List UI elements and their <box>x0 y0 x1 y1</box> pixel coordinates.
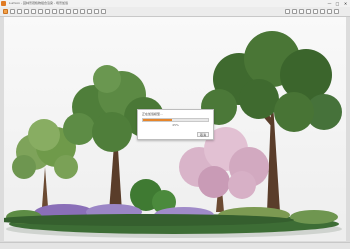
window-controls: — □ ✕ <box>327 1 348 6</box>
cancel-button[interactable]: 取消 <box>197 132 209 137</box>
close-button[interactable]: ✕ <box>343 1 348 6</box>
move-icon[interactable] <box>45 9 50 14</box>
menu-icon[interactable] <box>3 9 8 14</box>
view-tool-icon[interactable] <box>299 9 304 14</box>
settings-icon[interactable] <box>80 9 85 14</box>
open-icon[interactable] <box>10 9 15 14</box>
view-tool-icon[interactable] <box>306 9 311 14</box>
minimize-button[interactable]: — <box>327 1 332 6</box>
maximize-button[interactable]: □ <box>335 1 340 6</box>
undo-icon[interactable] <box>24 9 29 14</box>
view-tool-icon[interactable] <box>313 9 318 14</box>
progress-bar <box>142 118 209 122</box>
render-icon[interactable] <box>94 9 99 14</box>
select-icon[interactable] <box>38 9 43 14</box>
view-tool-icon[interactable] <box>292 9 297 14</box>
app-icon <box>1 1 6 6</box>
tree-icon[interactable] <box>73 9 78 14</box>
camera-icon[interactable] <box>87 9 92 14</box>
loading-dialog: 正在加载模型... 45% 取消 <box>137 109 214 140</box>
dialog-title: 正在加载模型... <box>142 112 163 116</box>
rotate-icon[interactable] <box>52 9 57 14</box>
window-title: Lumion - 园林景观植物组合渲染 - 场景加载 <box>9 1 68 5</box>
view-tool-icon[interactable] <box>320 9 325 14</box>
progress-percent: 45% <box>172 123 179 127</box>
progress-fill <box>143 119 173 121</box>
toolbar <box>0 7 350 17</box>
view-tool-icon[interactable] <box>334 9 339 14</box>
save-icon[interactable] <box>17 9 22 14</box>
view-tool-icon[interactable] <box>327 9 332 14</box>
brush-icon[interactable] <box>66 9 71 14</box>
scale-icon[interactable] <box>59 9 64 14</box>
redo-icon[interactable] <box>31 9 36 14</box>
viewport-3d[interactable]: 正在加载模型... 45% 取消 <box>4 17 346 241</box>
view-tool-icon[interactable] <box>285 9 290 14</box>
help-icon[interactable] <box>101 9 106 14</box>
